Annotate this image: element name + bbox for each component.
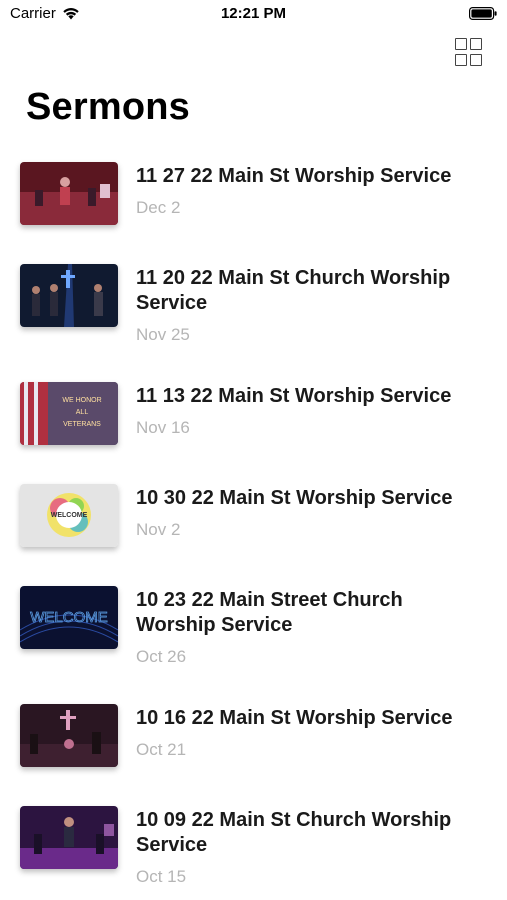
thumb-text: WELCOME [30,609,108,626]
status-bar: Carrier 12:21 PM [0,0,507,30]
sermon-title: 10 23 22 Main Street Church Worship Serv… [136,589,403,636]
sermon-row[interactable]: 10 16 22 Main St Worship Service Oct 21 [0,692,507,792]
sermon-title: 11 20 22 Main St Church Worship Service [136,267,451,314]
sermon-date: Oct 26 [136,647,187,666]
sermon-thumbnail [20,704,118,767]
grid-cell [470,38,482,50]
sermon-row[interactable]: 11 27 22 Main St Worship Service Dec 2 [0,150,507,250]
thumb-text: VETERANS [63,421,101,428]
grid-cell [455,53,467,66]
sermon-date: Nov 2 [136,520,181,539]
status-time: 12:21 PM [220,5,287,22]
battery-icon [469,7,497,20]
grid-cell [470,53,482,66]
sermon-thumbnail: WELCOME [20,484,118,547]
sermon-thumbnail [20,806,118,869]
thumb-text: WE HONOR [62,397,101,404]
sermon-date: Dec 2 [136,198,181,217]
page-title: Sermons [26,86,191,128]
sermon-row[interactable]: WELCOME 10 30 22 Main St Worship Service… [0,472,507,572]
sermon-row[interactable]: 10 09 22 Main St Church Worship Service … [0,794,507,900]
sermon-title: 10 16 22 Main St Worship Service [136,707,453,729]
sermon-row[interactable]: 11 20 22 Main St Church Worship Service … [0,252,507,368]
grid-view-button[interactable] [455,38,483,66]
sermon-title: 10 30 22 Main St Worship Service [136,487,453,509]
grid-view-icon [455,38,467,50]
sermon-thumbnail: WE HONOR ALL VETERANS [20,382,118,445]
thumb-text: WELCOME [51,512,88,519]
sermon-date: Nov 25 [136,325,190,344]
sermon-title: 11 13 22 Main St Worship Service [136,385,452,407]
thumb-text: ALL [76,409,89,416]
sermon-row[interactable]: WELCOME 10 23 22 Main Street Church Wors… [0,574,507,690]
sermon-row[interactable]: WE HONOR ALL VETERANS 11 13 22 Main St W… [0,370,507,470]
sermon-thumbnail [20,264,118,327]
sermon-title: 11 27 22 Main St Worship Service [136,165,452,187]
sermon-date: Oct 21 [136,740,187,759]
sermon-thumbnail [20,162,118,225]
sermon-thumbnail: WELCOME [20,586,118,649]
sermon-date: Nov 16 [136,418,190,437]
sermon-title: 10 09 22 Main St Church Worship Service [136,809,452,856]
sermon-date: Oct 15 [136,867,187,886]
